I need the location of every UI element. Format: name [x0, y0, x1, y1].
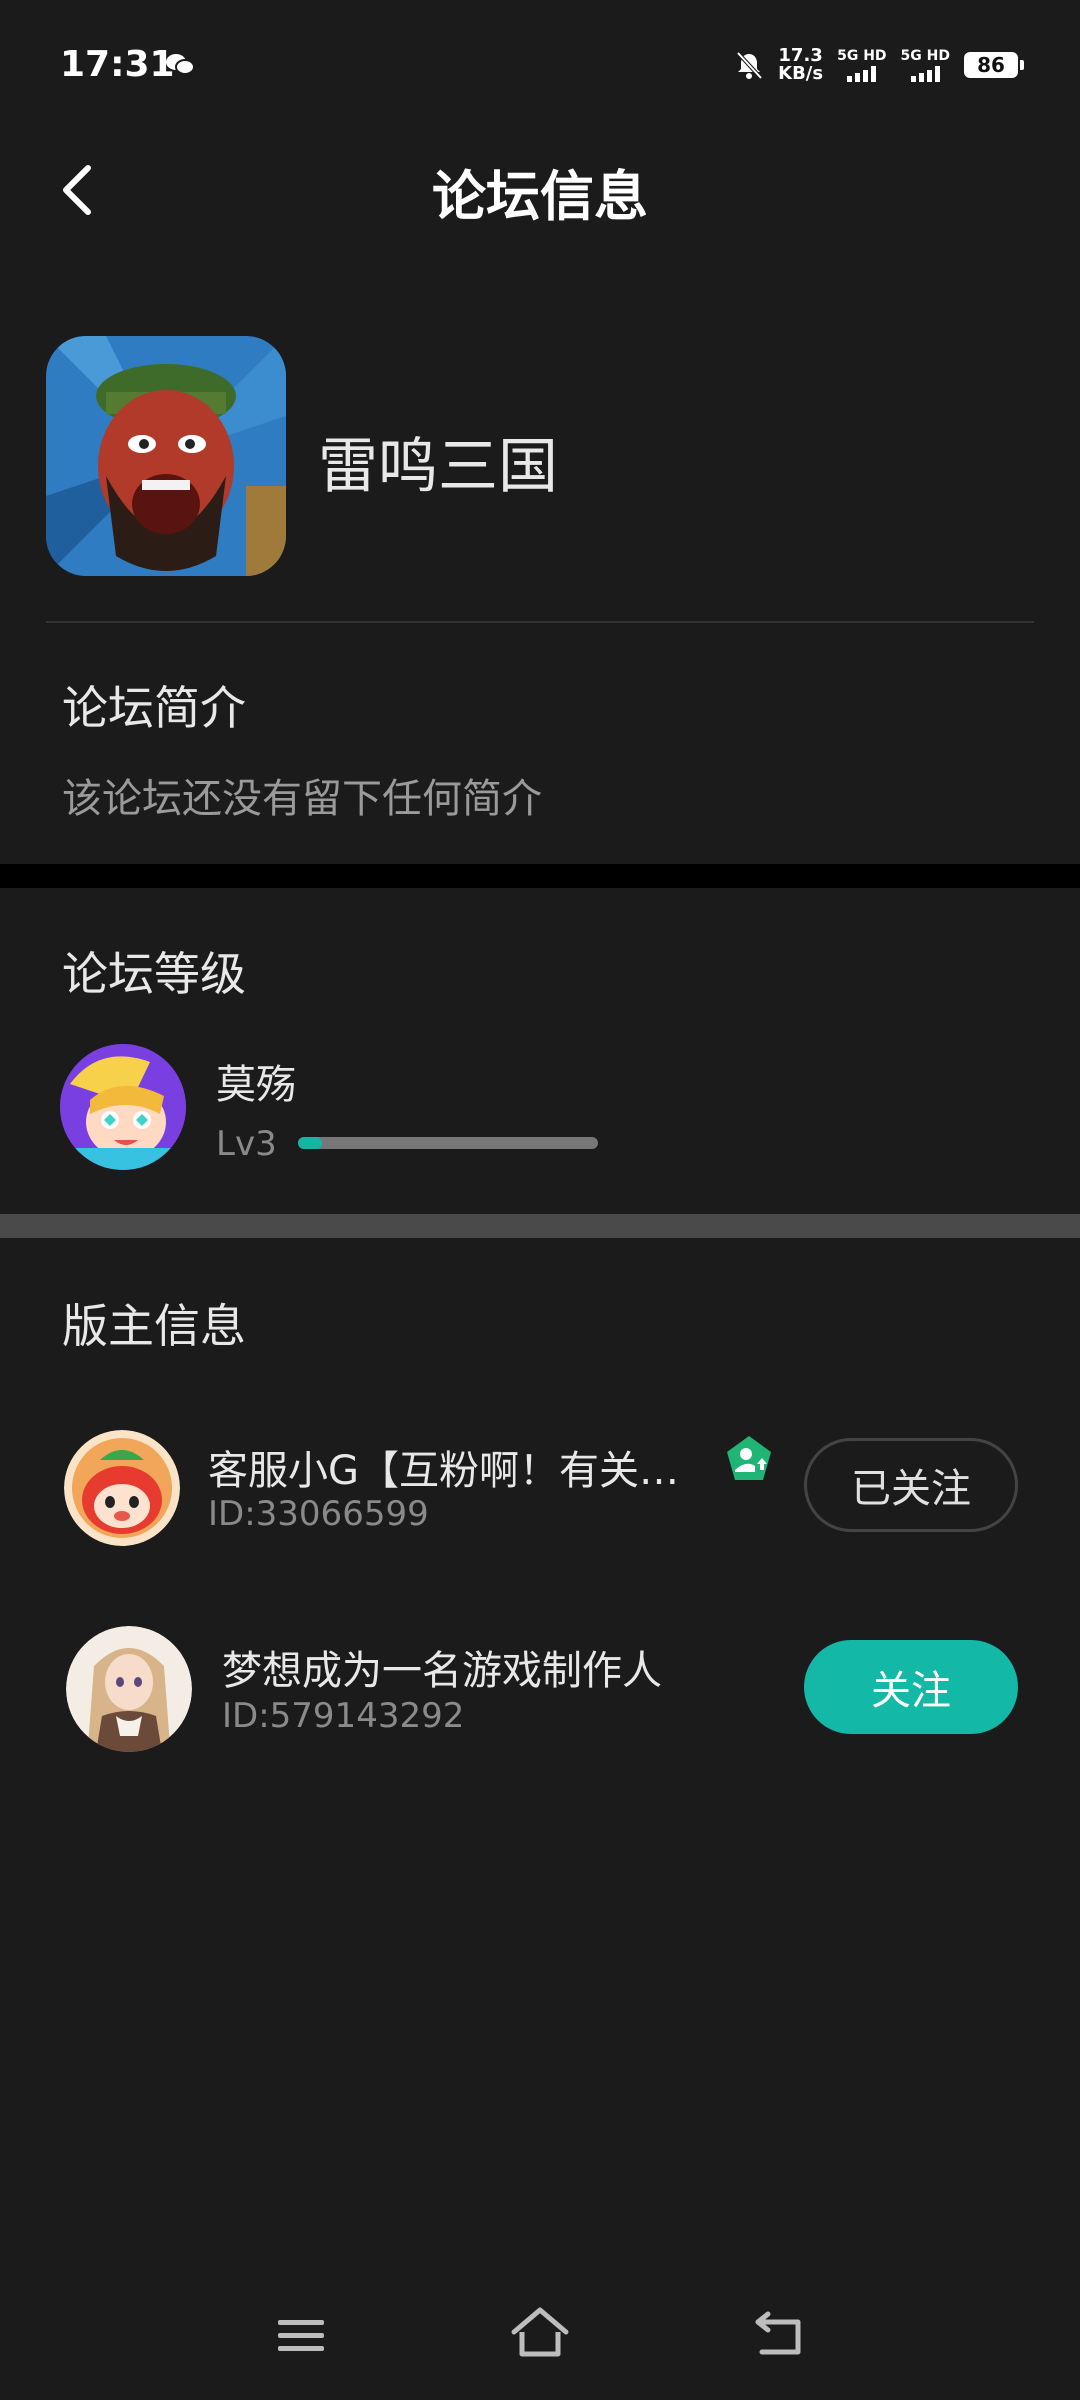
- intro-text: 该论坛还没有留下任何简介: [62, 776, 542, 822]
- followed-button[interactable]: 已关注: [804, 1438, 1018, 1532]
- battery-indicator: 86: [964, 52, 1024, 78]
- moderator-name: 客服小G【互粉啊！有关…: [208, 1448, 679, 1494]
- status-time: 17:31: [60, 44, 175, 85]
- moderator-id: ID:33066599: [208, 1494, 429, 1534]
- level-progress-bar: [298, 1137, 598, 1149]
- moderators-title: 版主信息: [62, 1299, 246, 1353]
- wechat-notification-icon: [166, 54, 195, 75]
- moderator-avatar[interactable]: [64, 1430, 180, 1546]
- mute-bell-icon: [736, 51, 763, 80]
- moderator-avatar[interactable]: [66, 1626, 192, 1752]
- sim2-label: 5G HD: [900, 47, 950, 64]
- home-icon[interactable]: [510, 2306, 570, 2360]
- level-title: 论坛等级: [62, 947, 246, 1001]
- section-separator: [0, 1214, 1080, 1238]
- menu-icon[interactable]: [276, 2316, 326, 2356]
- moderator-badge-icon: [727, 1436, 771, 1480]
- level-label: Lv3: [216, 1124, 277, 1164]
- page-title: 论坛信息: [432, 165, 648, 228]
- follow-button[interactable]: 关注: [804, 1640, 1018, 1734]
- signal-bars-icon: [901, 65, 950, 82]
- user-avatar[interactable]: [60, 1044, 186, 1170]
- game-name: 雷鸣三国: [318, 432, 558, 502]
- game-icon: [46, 336, 286, 576]
- network-speed: 17.3 KB/s: [778, 47, 823, 83]
- sim1-label: 5G HD: [837, 47, 887, 64]
- user-name: 莫殇: [216, 1062, 296, 1108]
- back-icon[interactable]: [752, 2310, 806, 2358]
- status-indicators: 17.3 KB/s 5G HD 5G HD 86: [734, 44, 1024, 86]
- section-separator: [0, 864, 1080, 888]
- level-progress-fill: [298, 1137, 322, 1149]
- moderator-id: ID:579143292: [222, 1696, 465, 1736]
- signal-bars-icon: [837, 65, 886, 82]
- divider: [46, 621, 1034, 623]
- sim2-signal: 5G HD: [901, 49, 950, 82]
- speed-unit: KB/s: [778, 63, 824, 84]
- moderator-name: 梦想成为一名游戏制作人: [222, 1648, 662, 1694]
- intro-title: 论坛简介: [62, 681, 246, 735]
- sim1-signal: 5G HD: [837, 47, 887, 82]
